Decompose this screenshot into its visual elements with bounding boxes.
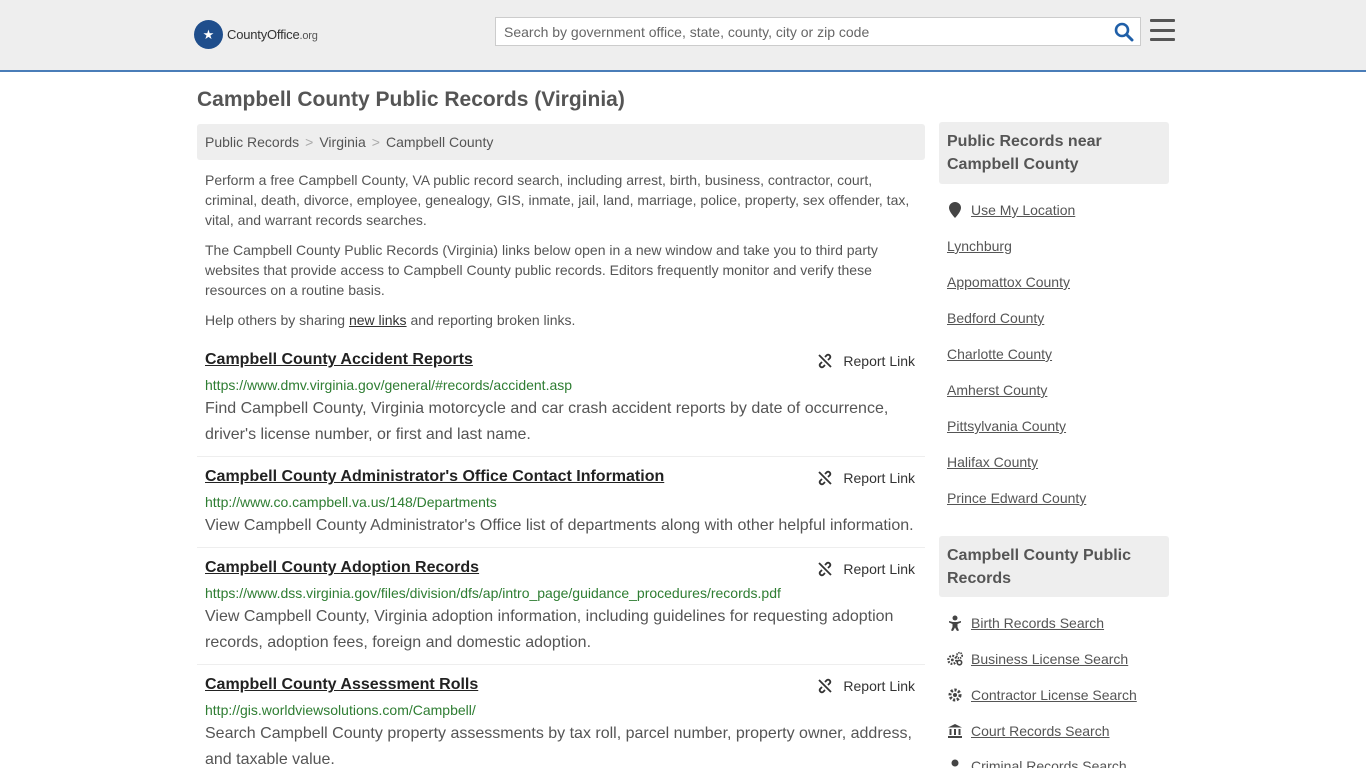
intro-paragraph-2: The Campbell County Public Records (Virg… [205,242,878,298]
record-title-link[interactable]: Campbell County Assessment Rolls [205,676,478,694]
breadcrumb-separator: > [305,134,314,150]
record-description: Search Campbell County property assessme… [205,725,912,768]
report-link-button[interactable]: Report Link [817,678,915,694]
court-records-search-link[interactable]: Court Records Search [947,723,1110,739]
record-title-link[interactable]: Campbell County Accident Reports [205,351,473,369]
search-box [495,17,1141,46]
nearby-link-appomattox-county[interactable]: Appomattox County [947,274,1070,290]
page-title: Campbell County Public Records (Virginia… [197,88,625,111]
record-url: https://www.dmv.virginia.gov/general/#re… [205,377,573,393]
gears-icon [947,651,963,667]
baby-icon [947,615,963,631]
nearby-records-heading: Public Records near Campbell County [939,122,1169,184]
criminal-icon [947,758,963,768]
broken-link-icon [818,678,833,694]
nearby-link-pittsylvania-county[interactable]: Pittsylvania County [947,418,1066,434]
record-url: http://gis.worldviewsolutions.com/Campbe… [205,702,476,718]
record-entry: Campbell County Accident Reports Report … [197,351,925,457]
intro-paragraph-1: Perform a free Campbell County, VA publi… [205,172,910,228]
criminal-records-search-link[interactable]: Criminal Records Search [947,758,1127,768]
breadcrumb: Public Records > Virginia > Campbell County [197,124,925,160]
report-link-button[interactable]: Report Link [817,561,915,577]
breadcrumb-campbell-county[interactable]: Campbell County [386,134,493,150]
record-url: https://www.dss.virginia.gov/files/divis… [205,585,781,601]
nearby-link-charlotte-county[interactable]: Charlotte County [947,346,1052,362]
nearby-link-halifax-county[interactable]: Halifax County [947,454,1038,470]
new-links-link[interactable]: new links [349,312,407,328]
courthouse-icon [947,723,963,739]
logo-suffix: .org [299,30,318,42]
logo-seal-icon: ★ [194,20,223,49]
search-input[interactable] [496,18,1106,45]
business-license-search-link[interactable]: Business License Search [947,651,1128,667]
record-description: View Campbell County Administrator's Off… [205,517,914,534]
map-marker-icon [947,202,963,218]
county-records-heading: Campbell County Public Records [939,536,1169,597]
search-icon [1114,22,1134,42]
intro-paragraph-3: Help others by sharing new links and rep… [205,312,576,328]
breadcrumb-public-records[interactable]: Public Records [205,134,299,150]
record-description: Find Campbell County, Virginia motorcycl… [205,400,889,443]
broken-link-icon [818,353,833,369]
birth-records-search-link[interactable]: Birth Records Search [947,615,1104,631]
broken-link-icon [818,561,833,577]
nearby-link-amherst-county[interactable]: Amherst County [947,382,1047,398]
report-link-button[interactable]: Report Link [817,470,915,486]
gear-icon [947,687,963,703]
nearby-link-bedford-county[interactable]: Bedford County [947,310,1044,326]
breadcrumb-separator: > [371,134,380,150]
hamburger-menu-icon[interactable] [1150,19,1175,41]
broken-link-icon [818,470,833,486]
nearby-link-prince-edward-county[interactable]: Prince Edward County [947,490,1086,506]
nearby-link-lynchburg[interactable]: Lynchburg [947,238,1012,254]
record-description: View Campbell County, Virginia adoption … [205,608,894,651]
contractor-license-search-link[interactable]: Contractor License Search [947,687,1137,703]
report-link-button[interactable]: Report Link [817,353,915,369]
record-title-link[interactable]: Campbell County Adoption Records [205,559,479,577]
breadcrumb-virginia[interactable]: Virginia [319,134,365,150]
record-url: http://www.co.campbell.va.us/148/Departm… [205,494,497,510]
site-header: ★ CountyOffice.org [0,0,1366,72]
record-title-link[interactable]: Campbell County Administrator's Office C… [205,468,664,486]
use-my-location-link[interactable]: Use My Location [947,202,1075,218]
record-entry: Campbell County Administrator's Office C… [197,468,925,548]
search-button[interactable] [1114,22,1134,42]
logo-text: CountyOffice [227,27,300,42]
record-entry: Campbell County Adoption Records Report … [197,559,925,665]
record-entry: Campbell County Assessment Rolls Report … [197,676,925,768]
site-logo[interactable]: ★ CountyOffice.org [194,20,318,49]
